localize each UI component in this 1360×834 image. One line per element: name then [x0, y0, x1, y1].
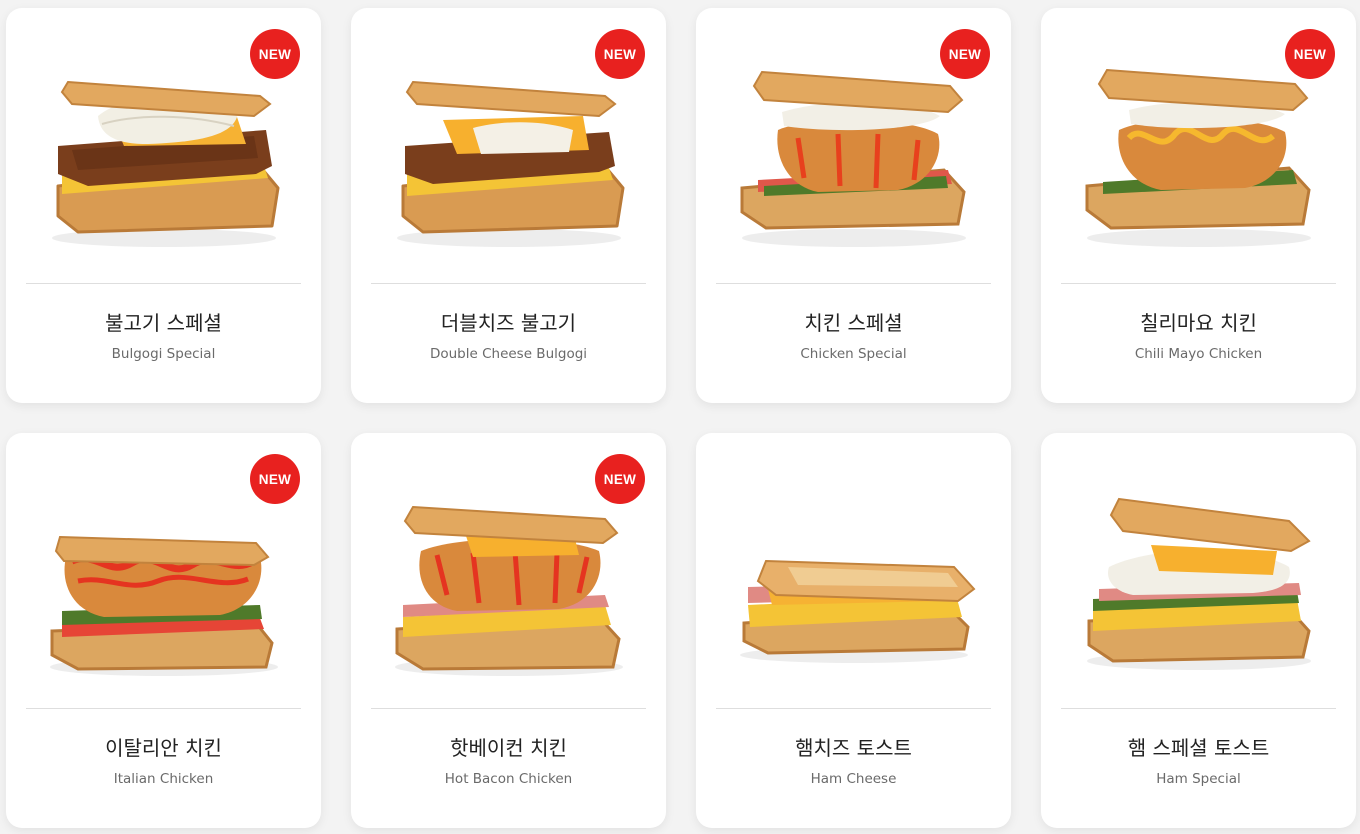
menu-name-english: Double Cheese Bulgogi — [429, 346, 588, 362]
menu-name-korean: 더블치즈 불고기 — [440, 311, 577, 335]
menu-card[interactable]: NEW 불고기 스페셜 Bulgogi Special — [6, 8, 321, 403]
menu-card[interactable]: NEW 더블치즈 불고기 Double Cheese Bulgogi — [351, 8, 666, 403]
card-divider — [26, 708, 301, 709]
card-divider — [26, 283, 301, 284]
sandwich-image[interactable] — [28, 471, 300, 681]
menu-card[interactable]: NEW 이탈리안 치킨 Italian Chicken — [6, 433, 321, 828]
menu-card[interactable]: NEW 칠리마요 치킨 Chili Mayo Chicken — [1041, 8, 1356, 403]
menu-name-english: Chicken Special — [800, 346, 907, 362]
menu-name-english: Chili Mayo Chicken — [1134, 346, 1263, 362]
menu-name-english: Italian Chicken — [113, 771, 214, 787]
sandwich-image[interactable] — [28, 46, 300, 256]
card-divider — [1061, 283, 1336, 284]
menu-name-korean: 불고기 스페셜 — [105, 311, 222, 335]
menu-name-english: Bulgogi Special — [111, 346, 216, 362]
sandwich-image[interactable] — [718, 46, 990, 256]
menu-name-korean: 햄치즈 토스트 — [795, 736, 912, 760]
menu-card[interactable]: NEW 치킨 스페셜 Chicken Special — [696, 8, 1011, 403]
card-divider — [716, 708, 991, 709]
menu-card[interactable]: 햄치즈 토스트 Ham Cheese — [696, 433, 1011, 828]
menu-name-korean: 이탈리안 치킨 — [105, 736, 222, 760]
sandwich-image[interactable] — [373, 471, 645, 681]
menu-card[interactable]: NEW 핫베이컨 치킨 Hot Bacon Chicken — [351, 433, 666, 828]
card-divider — [371, 708, 646, 709]
sandwich-image[interactable] — [1063, 46, 1335, 256]
card-divider — [1061, 708, 1336, 709]
menu-name-english: Hot Bacon Chicken — [444, 771, 573, 787]
menu-name-korean: 햄 스페셜 토스트 — [1127, 736, 1270, 760]
menu-name-korean: 치킨 스페셜 — [804, 311, 903, 335]
card-divider — [371, 283, 646, 284]
sandwich-image[interactable] — [1063, 471, 1335, 681]
sandwich-image[interactable] — [373, 46, 645, 256]
card-divider — [716, 283, 991, 284]
menu-name-korean: 칠리마요 치킨 — [1140, 311, 1257, 335]
menu-name-english: Ham Special — [1156, 771, 1241, 787]
menu-name-english: Ham Cheese — [810, 771, 897, 787]
menu-name-korean: 핫베이컨 치킨 — [450, 736, 567, 760]
sandwich-image[interactable] — [718, 471, 990, 681]
menu-card[interactable]: 햄 스페셜 토스트 Ham Special — [1041, 433, 1356, 828]
menu-grid: NEW 불고기 스페셜 Bulgogi Special NEW 더블치즈 불고기… — [0, 0, 1360, 834]
